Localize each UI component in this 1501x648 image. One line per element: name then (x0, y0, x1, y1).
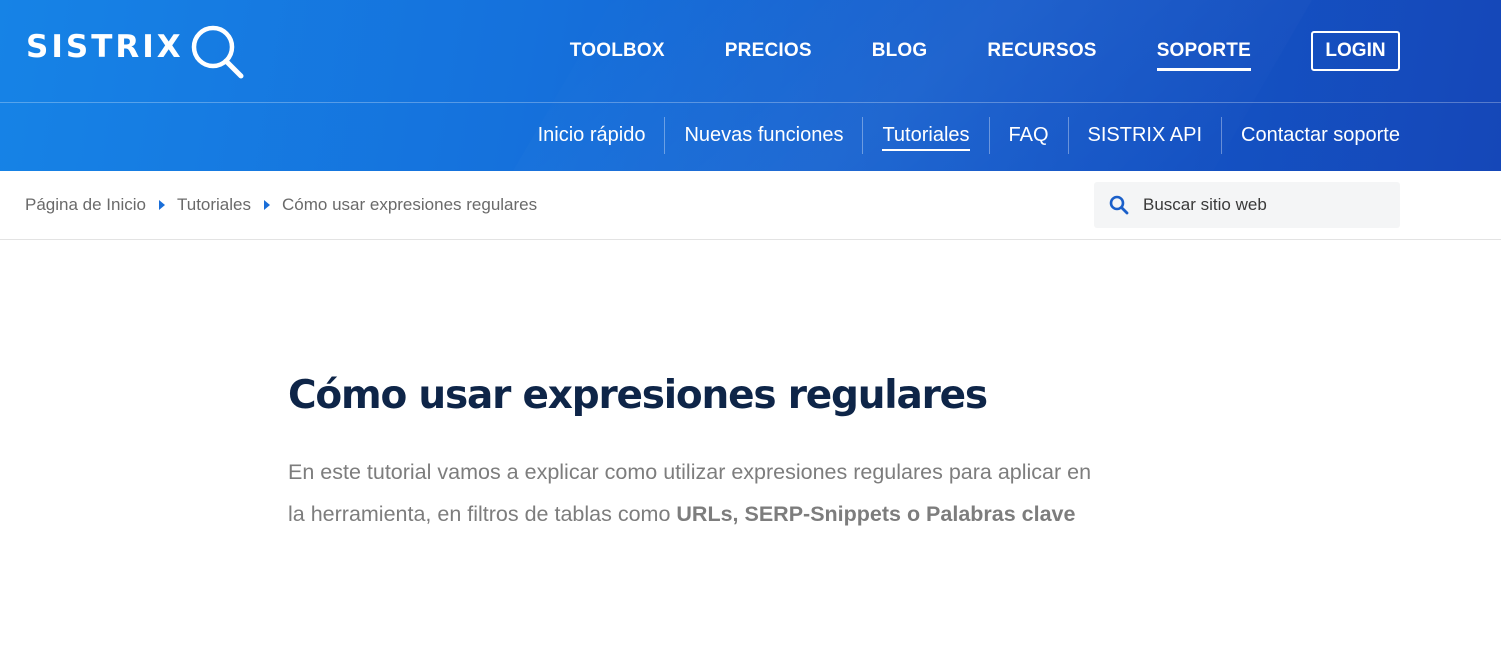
search-input[interactable] (1143, 195, 1383, 215)
logo-text: SISTRIX (26, 29, 184, 65)
nav-item-recursos[interactable]: RECURSOS (987, 30, 1096, 72)
breadcrumb-bar: Página de Inicio Tutoriales Cómo usar ex… (0, 171, 1501, 240)
subnav-label: Tutoriales (882, 124, 970, 151)
subnav-item-nuevas-funciones[interactable]: Nuevas funciones (664, 117, 862, 154)
article-intro: En este tutorial vamos a explicar como u… (288, 451, 1098, 535)
sistrix-logo[interactable]: SISTRIX (26, 24, 244, 80)
breadcrumb-arrow-icon (264, 200, 270, 210)
header-divider (0, 102, 1501, 103)
breadcrumb-arrow-icon (158, 200, 165, 210)
subnav-item-tutoriales[interactable]: Tutoriales (862, 117, 988, 154)
page-title: Cómo usar expresiones regulares (288, 373, 988, 418)
nav-item-precios[interactable]: PRECIOS (725, 30, 812, 72)
subnav-label: FAQ (1008, 124, 1049, 146)
subnav-item-inicio-rapido[interactable]: Inicio rápido (519, 117, 665, 154)
subnav-label: Contactar soporte (1241, 124, 1400, 146)
subnav-label: SISTRIX API (1087, 124, 1203, 146)
site-header: SISTRIX TOOLBOX PRECIOS BLOG RECURSOS SO… (0, 0, 1501, 171)
site-search (1094, 182, 1400, 228)
main-nav: TOOLBOX PRECIOS BLOG RECURSOS SOPORTE LO… (510, 30, 1400, 72)
search-icon[interactable] (1109, 195, 1129, 215)
subnav-label: Nuevas funciones (684, 124, 844, 146)
breadcrumb-home[interactable]: Página de Inicio (25, 195, 146, 215)
nav-item-toolbox[interactable]: TOOLBOX (570, 30, 665, 72)
nav-item-blog[interactable]: BLOG (872, 30, 928, 72)
article: Cómo usar expresiones regulares En este … (288, 368, 1108, 535)
intro-bold-text: URLs, SERP-Snippets o Palabras clave (676, 502, 1076, 526)
magnifier-logo-icon (191, 25, 244, 79)
subnav-label: Inicio rápido (537, 124, 646, 146)
subnav-item-contactar-soporte[interactable]: Contactar soporte (1221, 117, 1400, 154)
subnav-item-sistrix-api[interactable]: SISTRIX API (1067, 117, 1221, 154)
subnav-item-faq[interactable]: FAQ (988, 117, 1068, 154)
login-button[interactable]: LOGIN (1311, 31, 1400, 71)
breadcrumb-tutoriales[interactable]: Tutoriales (177, 195, 251, 215)
nav-item-soporte[interactable]: SOPORTE (1156, 30, 1252, 72)
breadcrumb-current: Cómo usar expresiones regulares (282, 195, 538, 214)
sub-nav: Inicio rápido Nuevas funciones Tutoriale… (519, 117, 1400, 154)
breadcrumb: Página de Inicio Tutoriales Cómo usar ex… (25, 193, 537, 217)
